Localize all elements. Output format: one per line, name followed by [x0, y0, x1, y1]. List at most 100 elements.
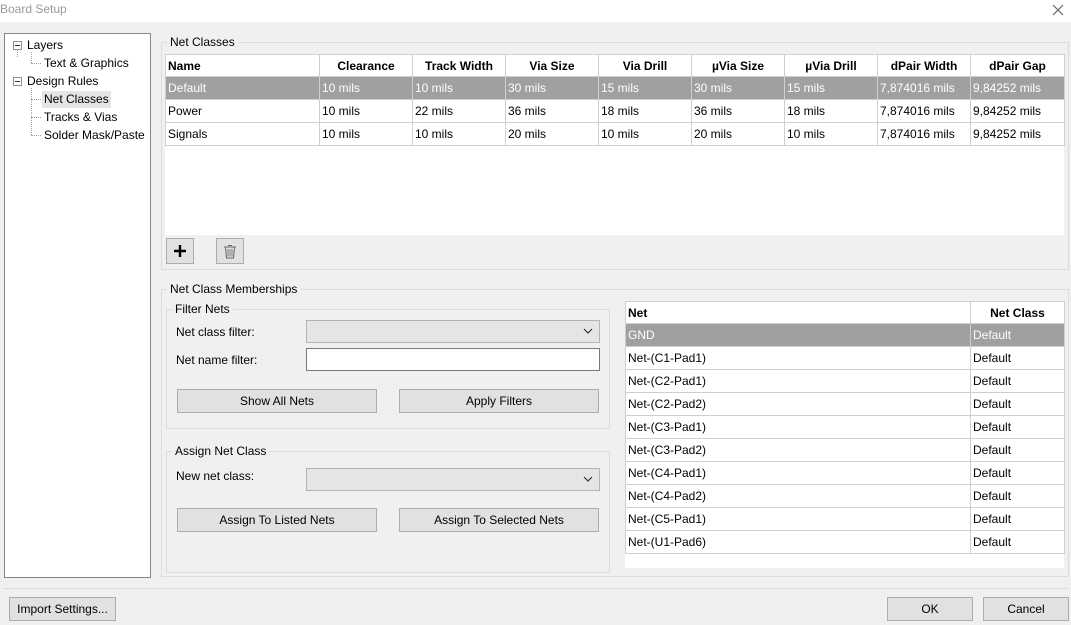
- cell[interactable]: Default: [970, 323, 1065, 347]
- table-row[interactable]: Net-(C5-Pad1) Default: [625, 507, 1065, 531]
- collapse-icon[interactable]: [13, 77, 22, 86]
- tree-item-solder-mask-paste[interactable]: Solder Mask/Paste: [42, 127, 147, 144]
- delete-net-class-button[interactable]: [216, 238, 244, 264]
- table-row[interactable]: Default 10 mils 10 mils 30 mils 15 mils …: [165, 76, 1065, 100]
- cell[interactable]: 10 mils: [412, 76, 506, 100]
- cell[interactable]: Default: [970, 438, 1065, 462]
- show-all-nets-button[interactable]: Show All Nets: [177, 389, 377, 413]
- table-row[interactable]: Net-(C4-Pad2) Default: [625, 484, 1065, 508]
- tree-line: [31, 63, 41, 64]
- cell[interactable]: 36 mils: [691, 99, 785, 123]
- cell[interactable]: 10 mils: [319, 122, 413, 146]
- cell[interactable]: 10 mils: [319, 99, 413, 123]
- column-header-net-class[interactable]: Net Class: [970, 301, 1065, 324]
- column-header-uvia-drill[interactable]: µVia Drill: [784, 54, 878, 77]
- cell[interactable]: Default: [970, 415, 1065, 439]
- window-title: Board Setup: [0, 2, 67, 16]
- cell[interactable]: Net-(C3-Pad2): [625, 438, 971, 462]
- column-header-net[interactable]: Net: [625, 301, 971, 324]
- column-header-clearance[interactable]: Clearance: [319, 54, 413, 77]
- cell[interactable]: 22 mils: [412, 99, 506, 123]
- cell[interactable]: 15 mils: [598, 76, 692, 100]
- table-row[interactable]: Net-(C1-Pad1) Default: [625, 346, 1065, 370]
- cell[interactable]: 9,84252 mils: [970, 122, 1065, 146]
- assign-to-listed-nets-button[interactable]: Assign To Listed Nets: [177, 508, 377, 532]
- cell[interactable]: Signals: [165, 122, 320, 146]
- table-row[interactable]: Power 10 mils 22 mils 36 mils 18 mils 36…: [165, 99, 1065, 123]
- assign-to-selected-nets-button[interactable]: Assign To Selected Nets: [399, 508, 599, 532]
- cell[interactable]: 10 mils: [319, 76, 413, 100]
- cell[interactable]: 7,874016 mils: [877, 76, 971, 100]
- table-row[interactable]: Signals 10 mils 10 mils 20 mils 10 mils …: [165, 122, 1065, 146]
- cell[interactable]: 20 mils: [505, 122, 599, 146]
- cell[interactable]: 10 mils: [412, 122, 506, 146]
- table-row[interactable]: Net-(C2-Pad2) Default: [625, 392, 1065, 416]
- column-header-uvia-size[interactable]: µVia Size: [691, 54, 785, 77]
- net-name-filter-input[interactable]: [306, 348, 600, 371]
- cell[interactable]: 36 mils: [505, 99, 599, 123]
- tree-item-tracks-vias[interactable]: Tracks & Vias: [42, 109, 119, 126]
- cell[interactable]: 18 mils: [598, 99, 692, 123]
- close-icon[interactable]: [1051, 0, 1065, 18]
- cell[interactable]: Default: [970, 346, 1065, 370]
- cell[interactable]: 20 mils: [691, 122, 785, 146]
- cell[interactable]: Net-(C5-Pad1): [625, 507, 971, 531]
- cell[interactable]: Default: [970, 484, 1065, 508]
- cell[interactable]: Net-(C1-Pad1): [625, 346, 971, 370]
- cell[interactable]: 9,84252 mils: [970, 99, 1065, 123]
- table-row[interactable]: Net-(C3-Pad2) Default: [625, 438, 1065, 462]
- column-header-name[interactable]: Name: [165, 54, 320, 77]
- cell[interactable]: 9,84252 mils: [970, 76, 1065, 100]
- column-header-track-width[interactable]: Track Width: [412, 54, 506, 77]
- cell[interactable]: Default: [165, 76, 320, 100]
- cell[interactable]: 30 mils: [691, 76, 785, 100]
- cell[interactable]: GND: [625, 323, 971, 347]
- column-header-via-drill[interactable]: Via Drill: [598, 54, 692, 77]
- cell[interactable]: Net-(C4-Pad2): [625, 484, 971, 508]
- table-row[interactable]: Net-(C2-Pad1) Default: [625, 369, 1065, 393]
- cell[interactable]: Power: [165, 99, 320, 123]
- cell[interactable]: 10 mils: [784, 122, 878, 146]
- tree-line: [31, 88, 32, 135]
- cell[interactable]: Default: [970, 392, 1065, 416]
- ok-button[interactable]: OK: [887, 597, 973, 621]
- column-header-dpair-width[interactable]: dPair Width: [877, 54, 971, 77]
- add-net-class-button[interactable]: [166, 238, 194, 264]
- cell[interactable]: Default: [970, 369, 1065, 393]
- cell[interactable]: 7,874016 mils: [877, 122, 971, 146]
- cell[interactable]: Net-(C2-Pad2): [625, 392, 971, 416]
- nets-grid[interactable]: Net Net Class GND Default Net-(C1-Pad1) De…: [625, 301, 1065, 568]
- settings-tree[interactable]: Layers Text & Graphics Design Rules Net …: [4, 33, 151, 578]
- net-classes-grid[interactable]: Name Clearance Track Width Via Size Via …: [165, 54, 1065, 235]
- table-row[interactable]: Net-(U1-Pad6) Default: [625, 530, 1065, 554]
- net-class-filter-dropdown[interactable]: [306, 320, 600, 343]
- cell[interactable]: Default: [970, 461, 1065, 485]
- cell[interactable]: 18 mils: [784, 99, 878, 123]
- column-header-via-size[interactable]: Via Size: [505, 54, 599, 77]
- cell[interactable]: Net-(C4-Pad1): [625, 461, 971, 485]
- apply-filters-button[interactable]: Apply Filters: [399, 389, 599, 413]
- cell[interactable]: Net-(C2-Pad1): [625, 369, 971, 393]
- cell[interactable]: 10 mils: [598, 122, 692, 146]
- column-header-dpair-gap[interactable]: dPair Gap: [970, 54, 1065, 77]
- cell[interactable]: 15 mils: [784, 76, 878, 100]
- tree-item-text-graphics[interactable]: Text & Graphics: [42, 55, 131, 72]
- table-row[interactable]: GND Default: [625, 323, 1065, 347]
- collapse-icon[interactable]: [13, 41, 22, 50]
- table-row[interactable]: Net-(C3-Pad1) Default: [625, 415, 1065, 439]
- memberships-group-title: Net Class Memberships: [167, 282, 301, 296]
- cell[interactable]: Net-(U1-Pad6): [625, 530, 971, 554]
- import-settings-button[interactable]: Import Settings...: [9, 597, 116, 621]
- tree-item-design-rules[interactable]: Design Rules: [25, 73, 100, 90]
- cancel-button[interactable]: Cancel: [983, 597, 1069, 621]
- cell[interactable]: Default: [970, 530, 1065, 554]
- tree-item-layers[interactable]: Layers: [25, 37, 65, 54]
- new-net-class-dropdown[interactable]: [306, 468, 600, 491]
- cell[interactable]: 7,874016 mils: [877, 99, 971, 123]
- cell[interactable]: Net-(C3-Pad1): [625, 415, 971, 439]
- cell[interactable]: Default: [970, 507, 1065, 531]
- table-row[interactable]: Net-(C4-Pad1) Default: [625, 461, 1065, 485]
- chevron-down-icon: [583, 328, 593, 334]
- cell[interactable]: 30 mils: [505, 76, 599, 100]
- tree-item-net-classes[interactable]: Net Classes: [42, 91, 111, 108]
